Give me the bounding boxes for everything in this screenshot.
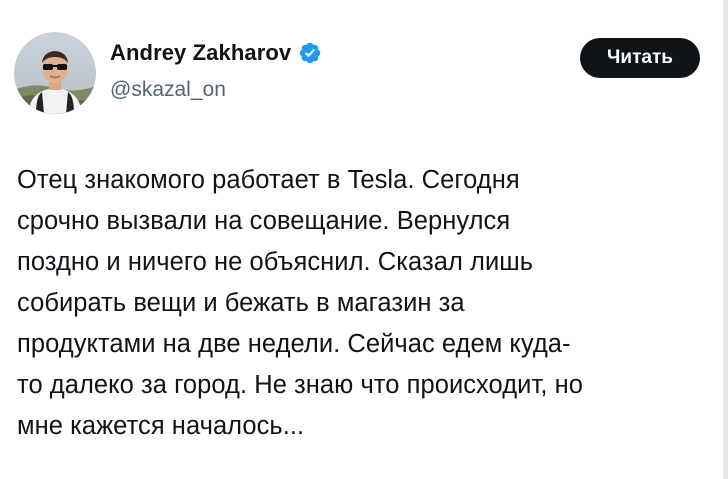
verified-badge-icon xyxy=(298,41,322,65)
right-edge-divider xyxy=(723,0,728,479)
tweet-line: мне кажется началось... xyxy=(17,412,305,440)
author-name-row: Andrey Zakharov xyxy=(110,40,322,66)
author-handle[interactable]: @skazal_on xyxy=(110,78,226,102)
tweet-text: Отец знакомого работает в Tesla. Сегодня… xyxy=(17,160,717,447)
tweet-line: то далеко за город. Не знаю что происход… xyxy=(17,371,583,399)
tweet-line: собирать вещи и бежать в магазин за xyxy=(17,289,465,317)
tweet-line: срочно вызвали на совещание. Вернулся xyxy=(17,207,511,235)
read-button[interactable]: Читать xyxy=(580,38,700,78)
tweet-card: Andrey Zakharov @skazal_on Читать Отец з… xyxy=(0,0,728,479)
tweet-line: поздно и ничего не объяснил. Сказал лишь xyxy=(17,248,534,276)
avatar-photo xyxy=(14,32,96,114)
avatar[interactable] xyxy=(14,32,96,114)
tweet-line: Отец знакомого работает в Tesla. Сегодня xyxy=(17,166,520,194)
author-name[interactable]: Andrey Zakharov xyxy=(110,40,291,66)
tweet-line: продуктами на две недели. Сейчас едем ку… xyxy=(17,330,571,358)
